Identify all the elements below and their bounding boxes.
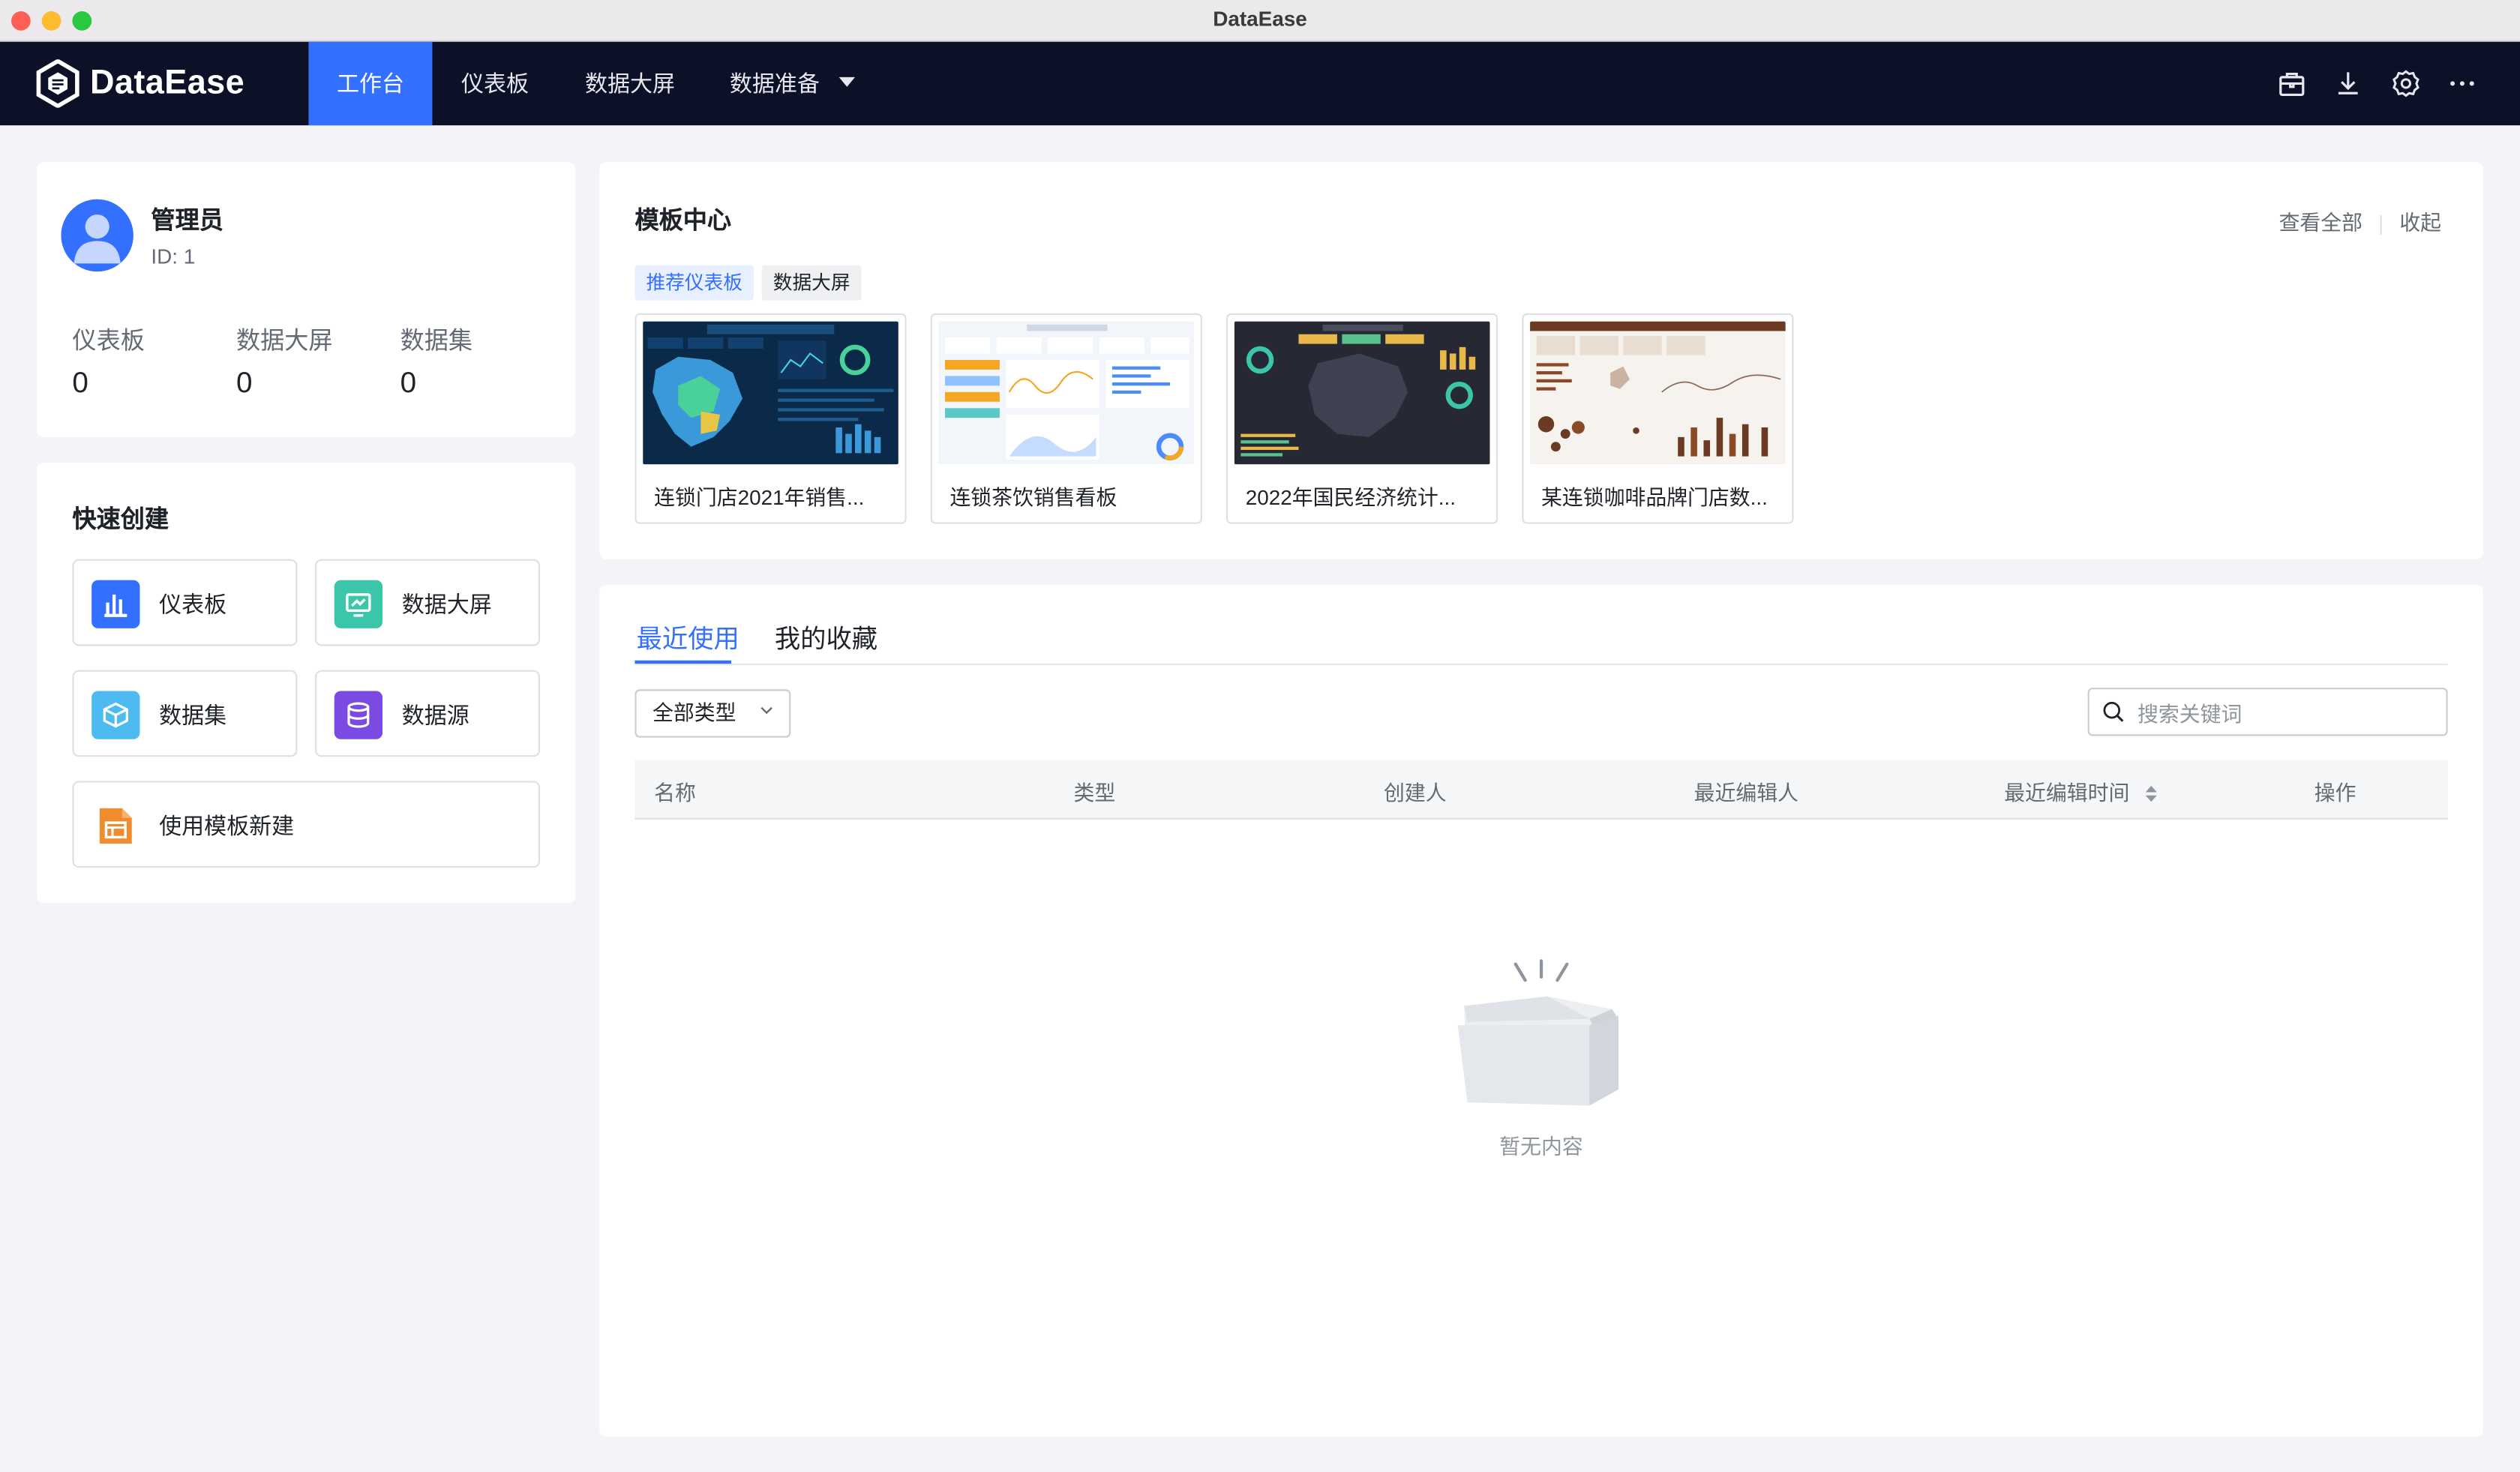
empty-box-icon — [1457, 959, 1618, 1106]
download-icon[interactable] — [2333, 69, 2362, 98]
database-icon — [334, 691, 383, 739]
template-name: 连锁茶饮销售看板 — [950, 485, 1118, 510]
template-thumbnail — [643, 321, 898, 465]
user-info-card: 管理员 ID: 1 仪表板 0 数据大屏 0 数据集 0 — [37, 162, 576, 437]
quick-create-card: 快速创建 仪表板 数据大屏 数据集 数据源 使用模板新建 — [37, 463, 576, 904]
template-card[interactable]: 2022年国民经济统计... — [1226, 313, 1498, 524]
caret-down-icon — [838, 77, 855, 88]
view-all-link[interactable]: 查看全部 — [2279, 211, 2362, 235]
nav-dashboard-label: 仪表板 — [461, 70, 530, 97]
template-thumbnail — [1530, 321, 1786, 465]
more-icon[interactable] — [2448, 69, 2477, 98]
stat-dashboard-value: 0 — [72, 366, 88, 399]
column-last-edited-time: 最近编辑时间 — [2004, 781, 2130, 805]
column-actions: 操作 — [2314, 781, 2356, 805]
cube-icon — [92, 691, 140, 739]
avatar[interactable] — [61, 199, 134, 272]
bar-chart-icon — [92, 580, 140, 628]
username: 管理员 — [151, 207, 224, 235]
app-window: DataEase DataEase 工作台 仪表板 数据大屏 数据准备 管理员 … — [0, 0, 2520, 1472]
create-data-screen-button[interactable]: 数据大屏 — [315, 559, 541, 646]
column-name: 名称 — [654, 781, 696, 805]
dataease-logo-icon — [36, 59, 80, 108]
window-titlebar: DataEase — [0, 0, 2520, 42]
stat-dataset-label: 数据集 — [400, 328, 473, 355]
nav-dashboard[interactable]: 仪表板 — [432, 42, 557, 125]
create-dataset-button[interactable]: 数据集 — [72, 670, 298, 757]
top-navbar: DataEase 工作台 仪表板 数据大屏 数据准备 — [0, 41, 2520, 126]
active-tab-indicator — [634, 660, 732, 664]
screen-chart-icon — [334, 580, 383, 628]
empty-text: 暂无内容 — [1499, 1134, 1583, 1159]
create-from-template-label: 使用模板新建 — [159, 813, 295, 839]
collapse-link[interactable]: 收起 — [2399, 211, 2441, 235]
create-dataset-label: 数据集 — [159, 702, 227, 728]
tab-favorites[interactable]: 我的收藏 — [775, 617, 878, 655]
search-icon — [2103, 701, 2124, 722]
user-id: ID: 1 — [151, 244, 196, 268]
template-name: 某连锁咖啡品牌门店数... — [1541, 485, 1768, 510]
template-thumbnail — [938, 321, 1195, 465]
logo-text: DataEase — [90, 64, 245, 102]
column-type: 类型 — [1073, 781, 1116, 805]
column-creator: 创建人 — [1384, 781, 1447, 805]
stat-data-screen-value: 0 — [236, 366, 253, 399]
stat-data-screen-label: 数据大屏 — [236, 328, 333, 355]
column-last-edited-time-header[interactable]: 最近编辑时间 — [2004, 776, 2158, 807]
nav-data-prep[interactable]: 数据准备 — [700, 42, 884, 125]
user-avatar-icon — [74, 214, 121, 264]
template-icon — [92, 802, 140, 850]
recent-card: 最近使用 我的收藏 全部类型 名称 类型 创建人 最近编辑人 最近编辑时间 操作 — [599, 585, 2483, 1437]
create-dashboard-button[interactable]: 仪表板 — [72, 559, 298, 646]
search-box[interactable] — [2087, 688, 2448, 736]
nav-data-screen[interactable]: 数据大屏 — [556, 42, 704, 125]
app-logo[interactable]: DataEase — [35, 59, 245, 108]
template-card[interactable]: 连锁门店2021年销售... — [634, 313, 907, 524]
stat-dataset[interactable]: 数据集 0 — [400, 323, 545, 400]
template-thumbnail — [1234, 321, 1490, 465]
stat-dashboard[interactable]: 仪表板 0 — [72, 323, 217, 400]
template-center-links: 查看全部 收起 — [2279, 205, 2442, 236]
nav-workbench[interactable]: 工作台 — [308, 41, 433, 126]
search-input[interactable] — [2134, 695, 2440, 732]
nav-data-prep-label: 数据准备 — [729, 70, 820, 97]
template-box-icon[interactable] — [2277, 69, 2306, 98]
chevron-down-icon — [760, 706, 772, 715]
type-filter-value: 全部类型 — [652, 700, 736, 725]
table-header: 名称 类型 创建人 最近编辑人 最近编辑时间 操作 — [634, 760, 2448, 820]
nav-data-screen-label: 数据大屏 — [585, 70, 676, 97]
window-title: DataEase — [1213, 6, 1307, 31]
template-center-title: 模板中心 — [634, 207, 732, 235]
create-from-template-button[interactable]: 使用模板新建 — [72, 781, 541, 868]
template-name: 连锁门店2021年销售... — [654, 485, 865, 510]
stat-data-screen[interactable]: 数据大屏 0 — [236, 323, 381, 400]
sort-icon[interactable] — [2144, 784, 2158, 803]
tab-recent[interactable]: 最近使用 — [637, 617, 740, 655]
tab-data-screen[interactable]: 数据大屏 — [761, 265, 862, 301]
template-card[interactable]: 某连锁咖啡品牌门店数... — [1522, 313, 1794, 524]
stat-dataset-value: 0 — [400, 366, 417, 399]
type-filter-select[interactable]: 全部类型 — [634, 689, 791, 738]
template-card[interactable]: 连锁茶饮销售看板 — [930, 313, 1202, 524]
column-last-editor: 最近编辑人 — [1694, 781, 1798, 805]
stat-dashboard-label: 仪表板 — [72, 328, 145, 355]
create-datasource-button[interactable]: 数据源 — [315, 670, 541, 757]
create-dashboard-label: 仪表板 — [159, 591, 227, 617]
create-data-screen-label: 数据大屏 — [401, 591, 492, 617]
nav-workbench-label: 工作台 — [336, 70, 404, 97]
quick-create-title: 快速创建 — [72, 506, 170, 534]
template-center-card: 模板中心 查看全部 收起 推荐仪表板 数据大屏 连锁门店2021年销售... 连… — [599, 162, 2483, 559]
link-divider — [2380, 214, 2382, 234]
create-datasource-label: 数据源 — [401, 702, 470, 728]
tab-recommended-dashboard[interactable]: 推荐仪表板 — [634, 265, 754, 301]
tabs-divider — [634, 664, 2448, 666]
template-name: 2022年国民经济统计... — [1245, 485, 1456, 510]
gear-icon[interactable] — [2392, 69, 2421, 98]
